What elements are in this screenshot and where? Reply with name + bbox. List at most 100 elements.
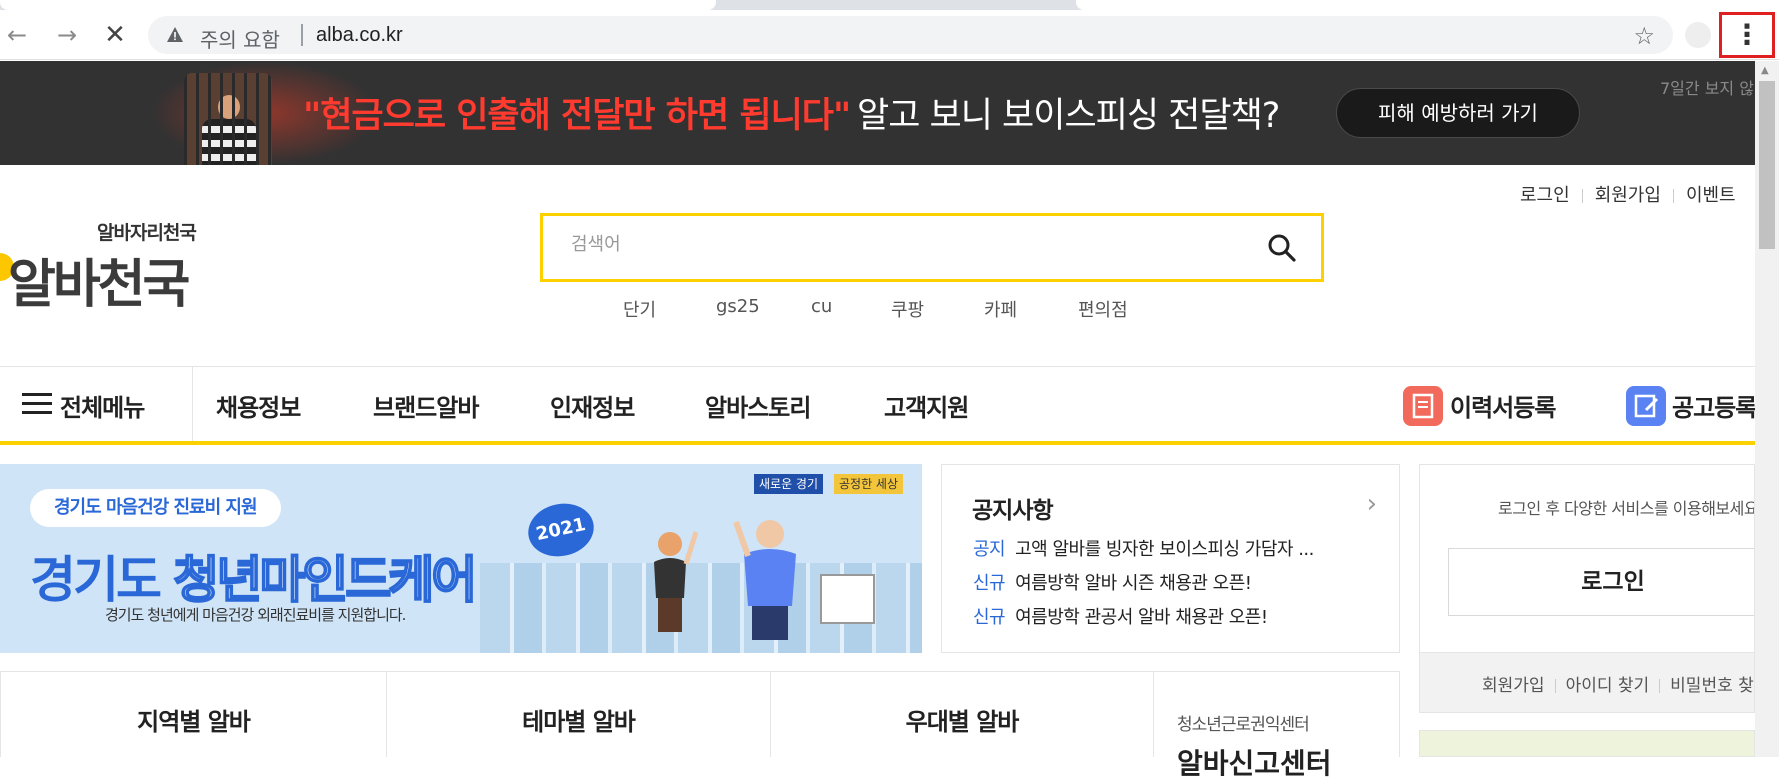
promo-title: 경기도 청년마인드케어 [30,540,478,612]
address-bar[interactable]: 주의 요함 alba.co.kr ☆ [148,16,1673,54]
nav-item-jobs[interactable]: 채용정보 [216,388,301,423]
link-separator [1554,679,1556,693]
side-banner[interactable] [1419,730,1755,757]
search-box [540,213,1324,282]
prisoner-image [184,73,272,165]
promo-year-badge: 2021 [523,497,599,563]
search-input[interactable] [571,234,1221,255]
browser-menu-button[interactable]: ⋮ [1719,12,1775,58]
promo-pill: 경기도 마음건강 진료비 지원 [30,489,281,527]
notice-tag: 공지 [973,539,1006,560]
login-link[interactable]: 로그인 [1520,185,1570,206]
site-logo[interactable]: 알바천국 [8,242,190,317]
keyword-link[interactable]: 편의점 [1078,296,1128,322]
link-separator [1672,189,1674,203]
find-id-link[interactable]: 아이디 찾기 [1566,676,1650,696]
tab-label: 지역별 알바 [137,708,251,736]
hamburger-icon[interactable] [22,393,52,415]
notice-text: 고액 알바를 빙자한 보이스피싱 가담자 ... [1015,539,1314,560]
header-links: 로그인 회원가입 이벤트 [1520,181,1736,207]
person-illustration [733,520,796,640]
stop-loading-icon[interactable]: ✕ [100,20,130,50]
find-password-link[interactable]: 비밀번호 찾기 [1670,676,1754,696]
scroll-up-icon[interactable]: ▲ [1761,65,1769,76]
nav-item-support[interactable]: 고객지원 [884,388,969,423]
youth-center-title[interactable]: 알바신고센터 [1177,742,1332,782]
notice-item[interactable]: 신규 여름방학 관공서 알바 채용관 오픈! [973,603,1268,629]
resume-icon[interactable] [1403,386,1443,426]
browser-tab[interactable] [0,0,716,10]
login-links: 회원가입 아이디 찾기 비밀번호 찾기 [1482,671,1754,696]
warning-icon [167,27,183,42]
keyword-link[interactable]: gs25 [716,296,760,317]
extension-icon[interactable] [1685,22,1711,48]
banner-skip-link[interactable]: 7일간 보지 않기 [1660,75,1769,99]
notice-tag: 신규 [973,573,1006,594]
url-separator [301,24,303,46]
nav-item-story[interactable]: 알바스토리 [705,388,811,423]
keyword-link[interactable]: cu [811,296,832,317]
prison-bars [184,73,272,165]
promo-title-part: 경기도 [30,551,174,609]
link-separator [1581,189,1583,203]
scroll-thumb[interactable] [1759,81,1775,249]
keyword-link[interactable]: 쿠팡 [891,296,924,322]
login-links-bar: 회원가입 아이디 찾기 비밀번호 찾기 [1419,653,1755,713]
back-icon[interactable]: ← [2,20,32,50]
tab-label: 테마별 알바 [522,708,636,736]
youth-center-label: 청소년근로권익센터 [1177,715,1310,735]
banner-headline-red: "현금으로 인출해 전달만 하면 됩니다" [303,96,851,136]
login-panel: 로그인 후 다양한 서비스를 이용해보세요 로그인 [1419,464,1755,653]
keyword-link[interactable]: 단기 [623,296,656,322]
banner-headline-white: 알고 보니 보이스피싱 전달책? [857,96,1280,136]
resume-register-link[interactable]: 이력서등록 [1450,388,1556,423]
promo-title-part: 청년마인드케어 [172,550,478,610]
notice-item[interactable]: 신규 여름방학 알바 시즌 채용관 오픈! [973,569,1252,595]
bookmark-star-icon[interactable]: ☆ [1633,22,1655,50]
security-label: 주의 요함 [200,28,280,52]
logo-tagline: 알바자리천국 [97,222,197,244]
tab-label: 우대별 알바 [905,708,1020,736]
signup-link[interactable]: 회원가입 [1482,676,1545,696]
search-icon[interactable] [1266,232,1298,264]
all-menu-button[interactable]: 전체메뉴 [60,388,145,423]
browser-tab[interactable] [1076,0,1779,10]
forward-icon[interactable]: → [52,20,82,50]
keyword-link[interactable]: 카페 [984,296,1017,322]
chevron-right-icon[interactable]: › [1367,489,1377,519]
browser-toolbar: ← → ✕ 주의 요함 alba.co.kr ☆ ⋮ [0,10,1779,60]
tab-theme[interactable]: 테마별 알바 [387,672,771,757]
tab-region[interactable]: 지역별 알바 [1,672,387,757]
person-illustration [654,531,699,632]
post-job-icon[interactable] [1626,386,1666,426]
promo-tag: 새로운 경기 [754,474,824,494]
scrollbar[interactable]: ▲ [1755,61,1779,757]
url-text: alba.co.kr [316,24,403,46]
login-message: 로그인 후 다양한 서비스를 이용해보세요 [1498,499,1755,518]
event-link[interactable]: 이벤트 [1686,185,1736,206]
top-banner[interactable]: "현금으로 인출해 전달만 하면 됩니다" 알고 보니 보이스피싱 전달책? 피… [0,61,1769,165]
promo-tag: 공정한 세상 [834,474,904,494]
tab-strip [0,0,1779,10]
nav-divider [192,367,193,441]
nav-item-brand[interactable]: 브랜드알바 [373,388,479,423]
link-separator [1659,679,1661,693]
nav-border-bottom [0,441,1755,445]
notice-item[interactable]: 공지 고액 알바를 빙자한 보이스피싱 가담자 ... [973,535,1314,561]
easel-illustration [820,574,875,624]
signup-link[interactable]: 회원가입 [1595,185,1661,206]
notice-text: 여름방학 관공서 알바 채용관 오픈! [1015,607,1268,628]
kebab-menu-icon: ⋮ [1733,18,1761,51]
tab-benefit[interactable]: 우대별 알바 [771,672,1154,757]
login-button[interactable]: 로그인 [1448,548,1754,616]
promo-banner[interactable]: 경기도 마음건강 진료비 지원 경기도 청년마인드케어 경기도 청년에게 마음건… [0,464,922,653]
notice-panel: 공지사항 › 공지 고액 알바를 빙자한 보이스피싱 가담자 ... 신규 여름방학… [941,464,1400,653]
notice-text: 여름방학 알바 시즌 채용관 오픈! [1015,573,1252,594]
post-job-link[interactable]: 공고등록 [1672,388,1755,423]
promo-subtitle: 경기도 청년에게 마음건강 외래진료비를 지원합니다. [105,606,406,624]
nav-border-top [0,366,1755,367]
notice-tag: 신규 [973,607,1006,628]
notice-title: 공지사항 [972,498,1054,524]
nav-item-talent[interactable]: 인재정보 [550,388,635,423]
banner-cta-button[interactable]: 피해 예방하러 가기 [1336,88,1580,138]
